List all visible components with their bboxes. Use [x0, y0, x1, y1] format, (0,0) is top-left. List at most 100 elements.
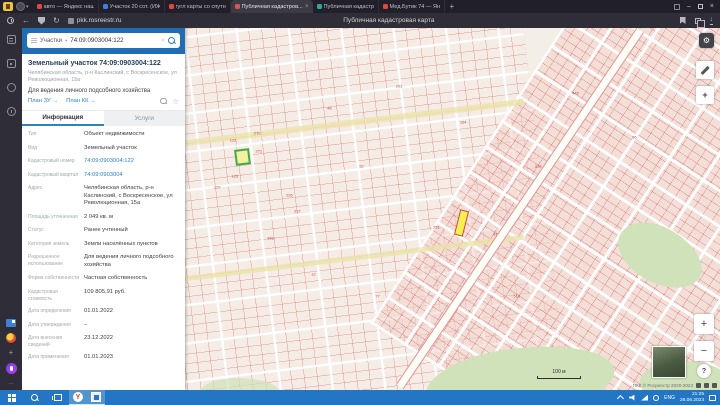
window-minimize-button[interactable]: –	[687, 3, 691, 10]
start-button[interactable]	[0, 390, 23, 405]
tab-label: гугл карты со спутника с	[176, 4, 226, 10]
parcel-number-label: 123	[231, 174, 238, 179]
volume-icon[interactable]	[629, 395, 636, 401]
taskbar-clock[interactable]: 21:25 26.06.2023	[680, 392, 704, 404]
address-bar[interactable]: pkk.rosreestr.ru	[68, 17, 122, 24]
downloads-icon[interactable]: ↓	[710, 16, 714, 25]
scale-line	[537, 376, 581, 379]
messenger-icon[interactable]	[7, 83, 16, 92]
browser-tab[interactable]: Публичная кадастров...×	[231, 0, 313, 13]
tab-services[interactable]: Услуги	[104, 111, 186, 126]
yandex-services-icon[interactable]	[6, 333, 16, 343]
parcel-number-label: 122	[230, 138, 237, 143]
bookmark-flag-icon[interactable]	[680, 17, 686, 24]
recent-icon[interactable]	[7, 107, 16, 116]
add-layer-icon[interactable]	[704, 383, 709, 388]
favorite-star-icon[interactable]: ☆	[172, 98, 179, 106]
system-tray: ENG 21:25 26.06.2023	[619, 392, 720, 404]
protect-shield-icon[interactable]	[38, 17, 45, 25]
tabs-panel-icon[interactable]	[695, 18, 701, 24]
summary-icons: ☆	[160, 98, 179, 106]
network-icon[interactable]	[641, 395, 648, 401]
info-value[interactable]: 74:09:0903004:122	[84, 158, 179, 166]
browser-logo-icon[interactable]	[3, 2, 13, 11]
tab-label: авто — Яндекс нашло	[44, 4, 94, 10]
more-icon[interactable]: …	[8, 380, 14, 386]
yandex-browser-icon: Y	[73, 392, 83, 402]
parcel-number-label: 251	[433, 225, 440, 230]
search-category-select[interactable]: Участки	[40, 38, 62, 44]
task-view-button[interactable]	[46, 390, 69, 405]
onedrive-icon[interactable]	[653, 395, 659, 401]
attribution-text: ПКК © Росреестр 2020-2023	[633, 383, 693, 388]
notifications-icon[interactable]	[709, 395, 716, 401]
zoom-in-button[interactable]: +	[694, 314, 714, 334]
map-viewport[interactable]: 1221232702712262273293924852203164873104…	[185, 28, 720, 390]
panels-icon[interactable]	[7, 35, 16, 44]
parcel-labels: 1221232702712262273293924852203164873104…	[185, 28, 720, 390]
browser-tab[interactable]: Публичная кадастровая ...	[313, 0, 379, 13]
search-icon[interactable]	[168, 37, 176, 45]
info-label: Статус	[28, 227, 84, 234]
plan-zu-link[interactable]: План ЗУ →	[28, 98, 58, 104]
zoom-to-parcel-icon[interactable]	[160, 98, 167, 105]
tab-favicon	[103, 4, 108, 9]
browser-tab[interactable]: Участок 20 сот. (ИЖС) н	[99, 0, 165, 13]
home-icon[interactable]	[696, 383, 701, 388]
alice-assistant-icon[interactable]	[6, 363, 17, 374]
info-label: Адрес	[28, 185, 84, 192]
notes-icon[interactable]	[7, 59, 16, 68]
history-icon[interactable]	[7, 17, 14, 24]
extent-tool-button[interactable]: +	[696, 86, 714, 104]
zoom-out-button[interactable]: −	[694, 341, 714, 361]
tab-favicon	[37, 4, 42, 9]
profile-avatar[interactable]	[16, 2, 25, 11]
tab-close-icon[interactable]: ×	[305, 4, 309, 10]
reload-button[interactable]: ↻	[53, 17, 60, 25]
help-button[interactable]: ?	[697, 364, 711, 378]
minimap-thumbnail[interactable]	[652, 346, 686, 378]
profile-chevron-icon[interactable]: ▾	[26, 4, 29, 10]
window-maximize-button[interactable]	[698, 4, 703, 9]
scale-label: 100 м	[537, 369, 581, 375]
parcel-number-label: 226	[286, 192, 293, 197]
basemap-icon[interactable]	[712, 383, 717, 388]
add-panel-icon[interactable]: +	[9, 349, 14, 357]
info-label: Дата применения	[28, 354, 84, 361]
browser-tab[interactable]: гугл карты со спутника с	[165, 0, 231, 13]
info-label: Кадастровая стоимость	[28, 289, 84, 302]
panel-toggle-icon[interactable]	[674, 4, 680, 10]
language-indicator[interactable]: ENG	[664, 395, 675, 401]
back-button[interactable]: ←	[22, 17, 30, 25]
search-input[interactable]: 74:09:0903004:122	[70, 37, 158, 44]
rail-bottom: + …	[6, 319, 17, 386]
plan-kk-link[interactable]: План КК →	[66, 98, 96, 104]
tab-label: Публичная кадастровая ...	[324, 4, 374, 10]
chevron-down-icon[interactable]: ▾	[65, 38, 67, 44]
info-value[interactable]: 74:09:0903004	[84, 172, 179, 180]
info-row: Кадастровый номер74:09:0903004:122	[22, 155, 185, 169]
taskbar-search-button[interactable]	[23, 390, 46, 405]
hidden-icons-chevron[interactable]	[617, 395, 624, 402]
search-menu-icon[interactable]	[31, 38, 37, 43]
search-bar[interactable]: Участки ▾ 74:09:0903004:122 ×	[27, 33, 180, 48]
new-tab-button[interactable]: +	[450, 3, 455, 11]
parcel-address: Челябинская область, р-н Каслинский, с В…	[28, 70, 179, 85]
tab-favicon	[169, 4, 174, 9]
map-settings-button[interactable]: ⚙	[699, 33, 714, 48]
info-value: –	[84, 322, 179, 330]
panel-tabs: Информация Услуги	[22, 111, 185, 126]
bookmarks-icon[interactable]	[6, 319, 16, 327]
pinned-app-taskbar-button[interactable]	[87, 390, 105, 405]
browser-tab[interactable]: Мед.Бутик 74 — Яндекс ...	[379, 0, 445, 13]
measure-tool-button[interactable]	[696, 61, 714, 79]
browser-tab[interactable]: авто — Яндекс нашло	[33, 0, 99, 13]
info-row: Площадь уточненная2 049 кв. м	[22, 211, 185, 225]
search-clear-icon[interactable]: ×	[161, 37, 165, 44]
parcel-number-label: 310	[535, 163, 542, 168]
yandex-browser-taskbar-button[interactable]: Y	[69, 390, 87, 405]
window-close-button[interactable]: ×	[710, 3, 714, 10]
info-label: Разрешенное использование	[28, 254, 84, 267]
url-text[interactable]: pkk.rosreestr.ru	[77, 17, 122, 24]
tab-information[interactable]: Информация	[22, 111, 104, 126]
